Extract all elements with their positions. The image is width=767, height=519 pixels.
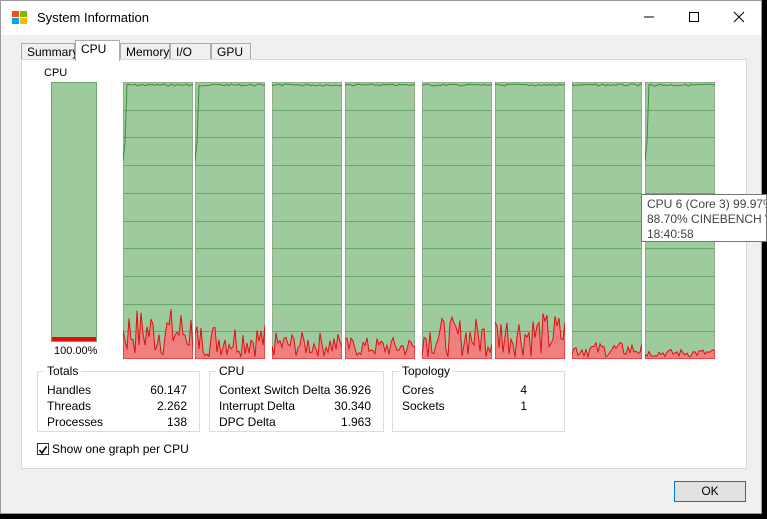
- context-switch-label: Context Switch Delta: [219, 383, 331, 397]
- minimize-button[interactable]: [626, 1, 672, 35]
- topology-row-cores: Cores 4: [393, 383, 564, 399]
- sockets-value: 1: [520, 399, 527, 413]
- sockets-label: Sockets: [402, 399, 445, 413]
- cpu-graph-0[interactable]: [123, 82, 193, 359]
- close-icon: [733, 11, 745, 26]
- title-bar[interactable]: System Information: [1, 1, 761, 35]
- dpc-label: DPC Delta: [219, 415, 276, 429]
- show-one-graph-label[interactable]: Show one graph per CPU: [52, 442, 189, 456]
- total-cpu-bar: [51, 82, 97, 342]
- tooltip-line-2: 88.70% CINEBENCH W: [647, 212, 767, 226]
- totals-row-threads: Threads 2.262: [38, 399, 199, 415]
- interrupt-value: 30.340: [334, 399, 371, 413]
- maximize-button[interactable]: [671, 1, 717, 35]
- cores-value: 4: [520, 383, 527, 397]
- cpu-stats-row-interrupt: Interrupt Delta 30.340: [210, 399, 383, 415]
- tab-cpu[interactable]: CPU: [75, 40, 120, 61]
- handles-label: Handles: [47, 383, 92, 397]
- cpu-tooltip: CPU 6 (Core 3) 99.97% 88.70% CINEBENCH W…: [641, 194, 767, 242]
- ok-button[interactable]: OK: [674, 481, 746, 502]
- cpu-stats-title: CPU: [216, 364, 248, 378]
- topology-title: Topology: [399, 364, 454, 378]
- cpu-graph-3[interactable]: [345, 82, 415, 359]
- dpc-value: 1.963: [340, 415, 371, 429]
- total-cpu-kernel-fill: [52, 337, 96, 341]
- topology-group: Topology Cores 4 Sockets 1: [392, 364, 565, 432]
- cpu-graph-2[interactable]: [272, 82, 342, 359]
- cpu-graph-4[interactable]: [422, 82, 492, 359]
- tab-memory[interactable]: Memory: [120, 43, 170, 60]
- close-button[interactable]: [716, 1, 762, 35]
- threads-label: Threads: [47, 399, 92, 413]
- cores-label: Cores: [402, 383, 435, 397]
- tooltip-line-1: CPU 6 (Core 3) 99.97%: [647, 197, 767, 211]
- cpu-stats-group: CPU Context Switch Delta 36.926 Interrupt…: [209, 364, 384, 432]
- total-cpu-percent: 100.00%: [54, 345, 98, 357]
- cpu-graph-6[interactable]: [572, 82, 642, 359]
- context-switch-value: 36.926: [334, 383, 371, 397]
- interrupt-label: Interrupt Delta: [219, 399, 296, 413]
- tab-gpu[interactable]: GPU: [211, 43, 251, 60]
- maximize-icon: [688, 11, 700, 26]
- cpu-label: CPU: [44, 67, 68, 79]
- totals-title: Totals: [44, 364, 82, 378]
- processes-value: 138: [166, 415, 187, 429]
- tab-summary[interactable]: Summary: [21, 43, 78, 60]
- cpu-graph-5[interactable]: [495, 82, 565, 359]
- totals-row-processes: Processes 138: [38, 415, 199, 431]
- checkmark-icon: [38, 446, 48, 455]
- totals-row-handles: Handles 60.147: [38, 383, 199, 399]
- window-title: System Information: [37, 10, 149, 25]
- topology-row-sockets: Sockets 1: [393, 399, 564, 415]
- system-information-icon: [11, 10, 29, 26]
- show-one-graph-checkbox[interactable]: [37, 443, 49, 455]
- minimize-icon: [643, 11, 655, 26]
- cpu-stats-row-dpc: DPC Delta 1.963: [210, 415, 383, 431]
- tab-io[interactable]: I/O: [170, 43, 211, 60]
- system-information-window: System Information Summary CPU Memory I/…: [0, 0, 762, 514]
- processes-label: Processes: [47, 415, 104, 429]
- threads-value: 2.262: [156, 399, 187, 413]
- cpu-stats-row-context-switch: Context Switch Delta 36.926: [210, 383, 383, 399]
- handles-value: 60.147: [150, 383, 187, 397]
- tooltip-line-3: 18:40:58: [647, 227, 694, 241]
- totals-group: Totals Handles 60.147 Threads 2.262 Proces…: [37, 364, 200, 432]
- cpu-graph-1[interactable]: [195, 82, 265, 359]
